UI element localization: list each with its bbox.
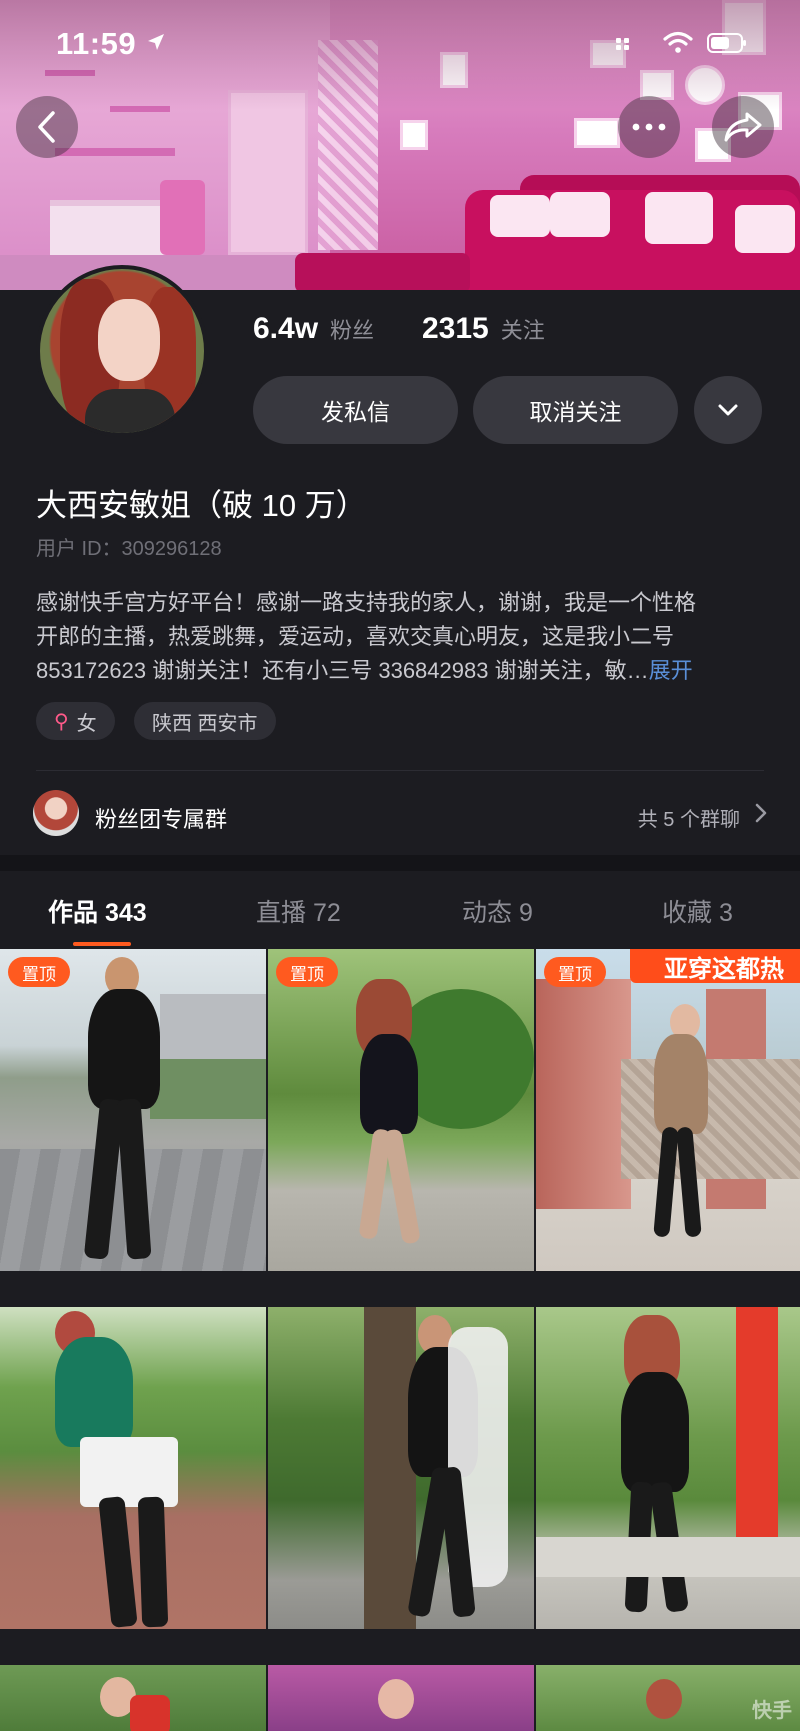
following-label: 关注 bbox=[500, 318, 545, 343]
share-button[interactable] bbox=[712, 96, 774, 158]
bio-line: 感谢快手宫方好平台！感谢一路支持我的家人，谢谢，我是一个性格 bbox=[36, 590, 697, 615]
more-dots-icon bbox=[632, 123, 666, 131]
wifi-icon bbox=[663, 31, 693, 53]
section-separator bbox=[0, 855, 800, 871]
divider bbox=[36, 770, 764, 771]
profile-avatar[interactable] bbox=[36, 265, 208, 437]
send-message-button[interactable]: 发私信 bbox=[253, 376, 458, 444]
following-stat[interactable]: 2315 关注 bbox=[422, 312, 545, 346]
video-thumbnail[interactable] bbox=[536, 1307, 800, 1629]
chevron-down-icon bbox=[718, 404, 738, 416]
fans-count: 6.4w bbox=[253, 312, 319, 345]
back-button[interactable] bbox=[16, 96, 78, 158]
gender-tag: ⚲ 女 bbox=[36, 702, 115, 740]
video-thumbnail[interactable]: 快手 bbox=[536, 1665, 800, 1731]
group-avatar bbox=[33, 790, 79, 836]
chevron-right-icon bbox=[755, 803, 767, 823]
fans-stat[interactable]: 6.4w 粉丝 bbox=[253, 312, 374, 346]
tab-works[interactable]: 作品 343 bbox=[48, 893, 147, 929]
location-arrow-icon bbox=[148, 34, 164, 50]
profile-bio: 感谢快手宫方好平台！感谢一路支持我的家人，谢谢，我是一个性格 开郎的主播，热爱跳… bbox=[36, 586, 766, 688]
pinned-badge: 置顶 bbox=[8, 957, 70, 987]
video-thumbnail[interactable] bbox=[0, 1665, 266, 1731]
female-icon: ⚲ bbox=[54, 710, 69, 733]
profile-name: 大西安敏姐（破 10 万） bbox=[36, 488, 367, 523]
group-title: 粉丝团专属群 bbox=[95, 807, 228, 832]
pinned-badge: 置顶 bbox=[544, 957, 606, 987]
video-thumbnail[interactable]: 置顶 bbox=[0, 949, 266, 1271]
video-grid: 置顶 置顶 亚穿这都热 置顶 快手 bbox=[0, 949, 800, 1731]
active-tab-indicator bbox=[73, 942, 131, 946]
more-actions-dropdown-button[interactable] bbox=[694, 376, 762, 444]
video-title-banner: 亚穿这都热 bbox=[630, 949, 800, 983]
chevron-left-icon bbox=[38, 111, 55, 143]
pinned-badge: 置顶 bbox=[276, 957, 338, 987]
bio-expand-link[interactable]: 展开 bbox=[649, 658, 693, 683]
user-id[interactable]: 用户 ID：309296128 bbox=[36, 532, 222, 561]
tab-live[interactable]: 直播 72 bbox=[256, 893, 341, 929]
unfollow-button[interactable]: 取消关注 bbox=[473, 376, 678, 444]
status-bar: 11:59 bbox=[0, 24, 800, 64]
video-thumbnail[interactable] bbox=[268, 1665, 534, 1731]
gender-label: 女 bbox=[76, 712, 97, 735]
fans-label: 粉丝 bbox=[330, 318, 375, 343]
tab-moments[interactable]: 动态 9 bbox=[462, 893, 533, 929]
fan-group-row[interactable]: 粉丝团专属群 共 5 个群聊 bbox=[0, 780, 800, 846]
status-time: 11:59 bbox=[56, 26, 137, 61]
watermark-text: 快手 bbox=[752, 1700, 792, 1722]
battery-icon bbox=[707, 33, 746, 53]
video-thumbnail[interactable]: 亚穿这都热 置顶 bbox=[536, 949, 800, 1271]
video-thumbnail[interactable]: 置顶 bbox=[268, 949, 534, 1271]
video-thumbnail[interactable] bbox=[268, 1307, 534, 1629]
more-options-button[interactable] bbox=[618, 96, 680, 158]
location-tag: 陕西 西安市 bbox=[134, 702, 276, 740]
cellular-signal-icon bbox=[616, 38, 629, 50]
bio-line: 开郎的主播，热爱跳舞，爱运动，喜欢交真心明友，这是我小二号 bbox=[36, 624, 675, 649]
share-arrow-icon bbox=[724, 112, 762, 142]
video-thumbnail[interactable] bbox=[0, 1307, 266, 1629]
group-count: 共 5 个群聊 bbox=[637, 809, 740, 831]
content-tabs: 作品 343 直播 72 动态 9 收藏 3 bbox=[0, 871, 800, 949]
tab-favorites[interactable]: 收藏 3 bbox=[662, 893, 733, 929]
bio-line: 853172623 谢谢关注！还有小三号 336842983 谢谢关注，敏… bbox=[36, 658, 649, 683]
following-count: 2315 bbox=[422, 312, 489, 345]
